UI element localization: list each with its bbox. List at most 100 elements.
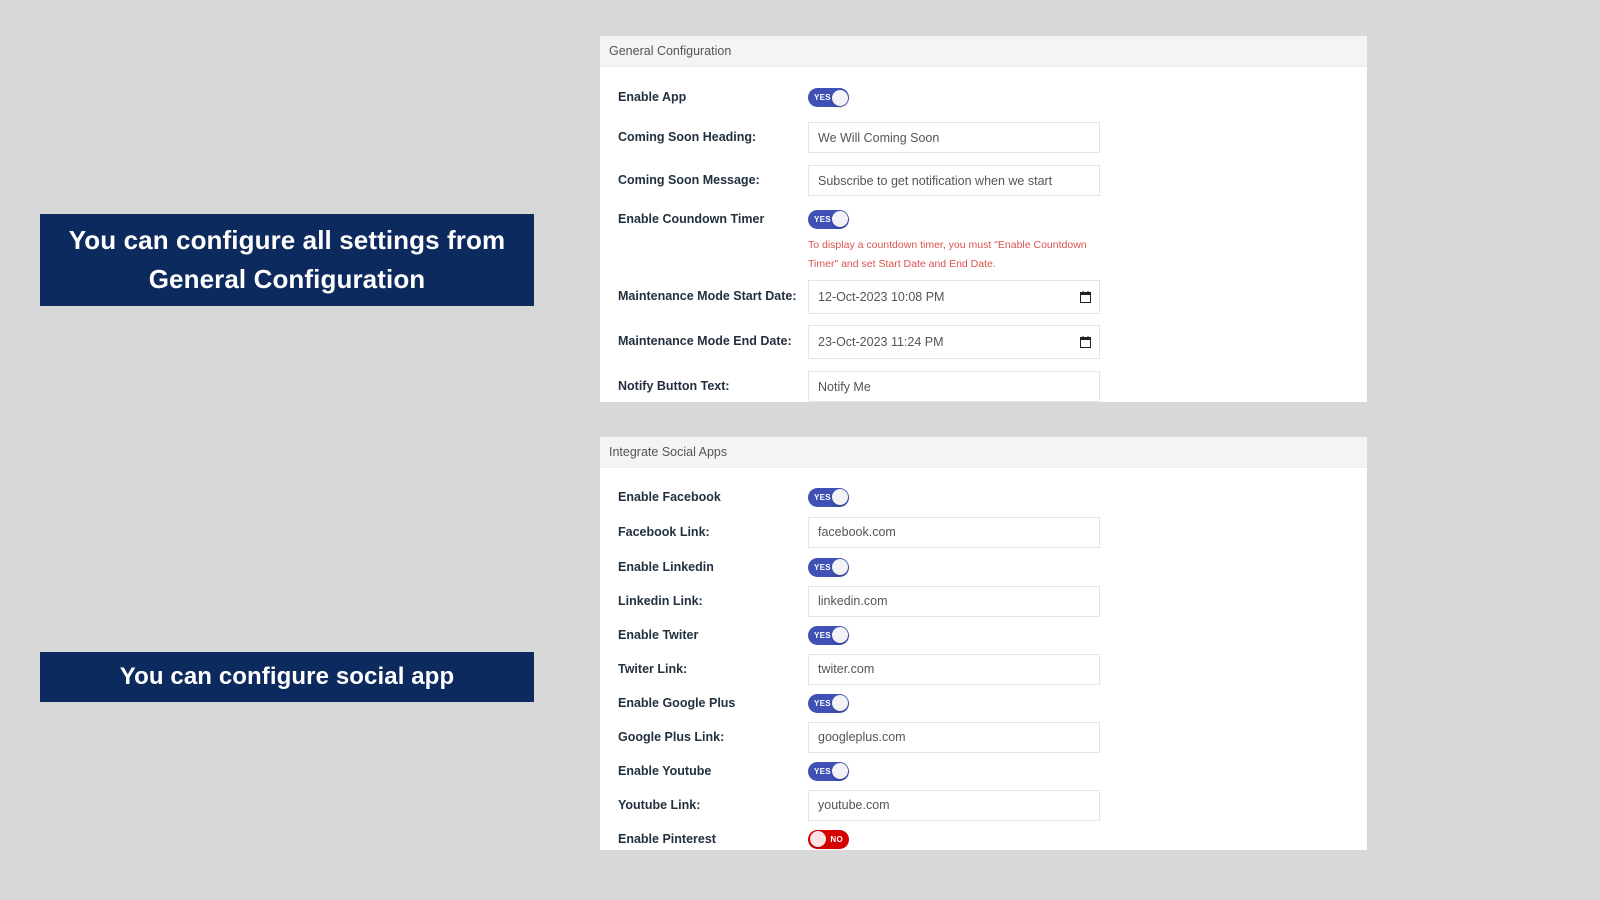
toggle-enable-facebook[interactable]: YES bbox=[808, 487, 849, 507]
label-coming-soon-message: Coming Soon Message: bbox=[618, 173, 760, 188]
label-enable-linkedin: Enable Linkedin bbox=[618, 559, 714, 574]
control-coming-soon-heading bbox=[808, 122, 1367, 153]
row-enable-linkedin: Enable Linkedin YES bbox=[600, 550, 1367, 584]
date-wrapper-start bbox=[808, 279, 1100, 314]
label-enable-app: Enable App bbox=[618, 90, 687, 105]
row-maintenance-end-date: Maintenance Mode End Date: bbox=[600, 319, 1367, 364]
label-linkedin-link: Linkedin Link: bbox=[618, 593, 703, 608]
countdown-helper-text: To display a countdown timer, you must "… bbox=[808, 239, 1087, 270]
control-youtube-link bbox=[808, 789, 1367, 821]
helper-spacer bbox=[618, 236, 808, 274]
label-enable-google-plus: Enable Google Plus bbox=[618, 695, 736, 710]
control-enable-google-plus: YES bbox=[808, 693, 1367, 713]
input-twitter-link[interactable] bbox=[808, 653, 1100, 685]
toggle-knob-icon bbox=[831, 627, 848, 643]
control-enable-linkedin: YES bbox=[808, 557, 1367, 577]
row-enable-youtube: Enable Youtube YES bbox=[600, 754, 1367, 788]
integrate-social-apps-header: Integrate Social Apps bbox=[600, 437, 1367, 468]
label-enable-facebook: Enable Facebook bbox=[618, 489, 721, 504]
row-coming-soon-message: Coming Soon Message: bbox=[600, 159, 1367, 202]
control-twitter-link bbox=[808, 653, 1367, 685]
control-enable-app: YES bbox=[808, 88, 1367, 107]
label-enable-twitter: Enable Twiter bbox=[618, 627, 699, 642]
toggle-enable-pinterest-state: NO bbox=[830, 834, 843, 844]
toggle-enable-linkedin[interactable]: YES bbox=[808, 557, 849, 577]
toggle-knob-icon bbox=[831, 695, 848, 711]
toggle-enable-app-state: YES bbox=[814, 93, 831, 102]
toggle-enable-youtube[interactable]: YES bbox=[808, 761, 849, 781]
row-twitter-link: Twiter Link: bbox=[600, 652, 1367, 686]
label-twitter-link: Twiter Link: bbox=[618, 661, 688, 676]
input-coming-soon-heading[interactable] bbox=[808, 122, 1100, 153]
toggle-enable-pinterest[interactable]: NO bbox=[808, 829, 849, 849]
row-enable-pinterest: Enable Pinterest NO bbox=[600, 822, 1367, 856]
label-maintenance-start-date: Maintenance Mode Start Date: bbox=[618, 289, 797, 304]
integrate-social-apps-title: Integrate Social Apps bbox=[609, 445, 728, 459]
control-enable-twitter: YES bbox=[808, 625, 1367, 645]
row-enable-app: Enable App YES bbox=[600, 67, 1367, 116]
toggle-knob-icon bbox=[809, 831, 826, 847]
general-configuration-title: General Configuration bbox=[609, 44, 732, 58]
row-enable-twitter: Enable Twiter YES bbox=[600, 618, 1367, 652]
control-notify-button-text bbox=[808, 371, 1367, 402]
label-enable-countdown-timer: Enable Coundown Timer bbox=[618, 211, 765, 226]
row-countdown-helper: To display a countdown timer, you must "… bbox=[600, 236, 1367, 274]
control-enable-youtube: YES bbox=[808, 761, 1367, 781]
toggle-knob-icon bbox=[831, 763, 848, 779]
toggle-enable-twitter[interactable]: YES bbox=[808, 625, 849, 645]
control-enable-pinterest: NO bbox=[808, 829, 1367, 849]
general-configuration-header: General Configuration bbox=[600, 36, 1367, 67]
control-google-plus-link bbox=[808, 721, 1367, 753]
input-linkedin-link[interactable] bbox=[808, 585, 1100, 617]
label-notify-button-text: Notify Button Text: bbox=[618, 379, 730, 394]
row-coming-soon-heading: Coming Soon Heading: bbox=[600, 116, 1367, 159]
control-facebook-link bbox=[808, 516, 1367, 548]
row-youtube-link: Youtube Link: bbox=[600, 788, 1367, 822]
toggle-enable-youtube-state: YES bbox=[814, 766, 831, 776]
label-google-plus-link: Google Plus Link: bbox=[618, 729, 725, 744]
toggle-enable-google-plus-state: YES bbox=[814, 698, 831, 708]
row-enable-countdown-timer: Enable Coundown Timer YES bbox=[600, 202, 1367, 236]
toggle-enable-linkedin-state: YES bbox=[814, 562, 831, 572]
control-maintenance-start-date bbox=[808, 279, 1367, 314]
toggle-knob-icon bbox=[831, 211, 848, 227]
general-configuration-body: Enable App YES Coming Soon Heading: Comi… bbox=[600, 67, 1367, 409]
integrate-social-apps-panel: Integrate Social Apps Enable Facebook YE… bbox=[600, 437, 1367, 850]
label-facebook-link: Facebook Link: bbox=[618, 524, 710, 539]
label-enable-youtube: Enable Youtube bbox=[618, 763, 712, 778]
row-enable-facebook: Enable Facebook YES bbox=[600, 468, 1367, 514]
row-linkedin-link: Linkedin Link: bbox=[600, 584, 1367, 618]
label-maintenance-end-date: Maintenance Mode End Date: bbox=[618, 334, 792, 349]
label-enable-pinterest: Enable Pinterest bbox=[618, 831, 716, 846]
input-notify-button-text[interactable] bbox=[808, 371, 1100, 402]
callout-general-configuration: You can configure all settings from Gene… bbox=[40, 214, 534, 306]
toggle-enable-twitter-state: YES bbox=[814, 630, 831, 640]
input-facebook-link[interactable] bbox=[808, 516, 1100, 548]
input-google-plus-link[interactable] bbox=[808, 721, 1100, 753]
input-maintenance-end-date[interactable] bbox=[808, 324, 1100, 359]
toggle-enable-facebook-state: YES bbox=[814, 492, 831, 502]
toggle-knob-icon bbox=[831, 559, 848, 575]
input-youtube-link[interactable] bbox=[808, 789, 1100, 821]
row-google-plus-link: Google Plus Link: bbox=[600, 720, 1367, 754]
toggle-enable-countdown-timer[interactable]: YES bbox=[808, 209, 849, 229]
general-configuration-panel: General Configuration Enable App YES Com… bbox=[600, 36, 1367, 402]
row-facebook-link: Facebook Link: bbox=[600, 514, 1367, 550]
toggle-enable-google-plus[interactable]: YES bbox=[808, 693, 849, 713]
toggle-enable-app[interactable]: YES bbox=[808, 88, 849, 107]
control-maintenance-end-date bbox=[808, 324, 1367, 359]
row-enable-google-plus: Enable Google Plus YES bbox=[600, 686, 1367, 720]
toggle-knob-icon bbox=[831, 489, 848, 505]
control-coming-soon-message bbox=[808, 165, 1367, 196]
input-maintenance-start-date[interactable] bbox=[808, 279, 1100, 314]
date-wrapper-end bbox=[808, 324, 1100, 359]
input-coming-soon-message[interactable] bbox=[808, 165, 1100, 196]
integrate-social-apps-body: Enable Facebook YES Facebook Link: Enabl… bbox=[600, 468, 1367, 856]
toggle-enable-countdown-timer-state: YES bbox=[814, 214, 831, 224]
control-enable-countdown-timer: YES bbox=[808, 209, 1367, 229]
row-notify-button-text: Notify Button Text: bbox=[600, 364, 1367, 409]
label-coming-soon-heading: Coming Soon Heading: bbox=[618, 130, 757, 145]
callout-social-app: You can configure social app bbox=[40, 652, 534, 702]
control-enable-facebook: YES bbox=[808, 487, 1367, 507]
toggle-knob-icon bbox=[831, 89, 848, 106]
